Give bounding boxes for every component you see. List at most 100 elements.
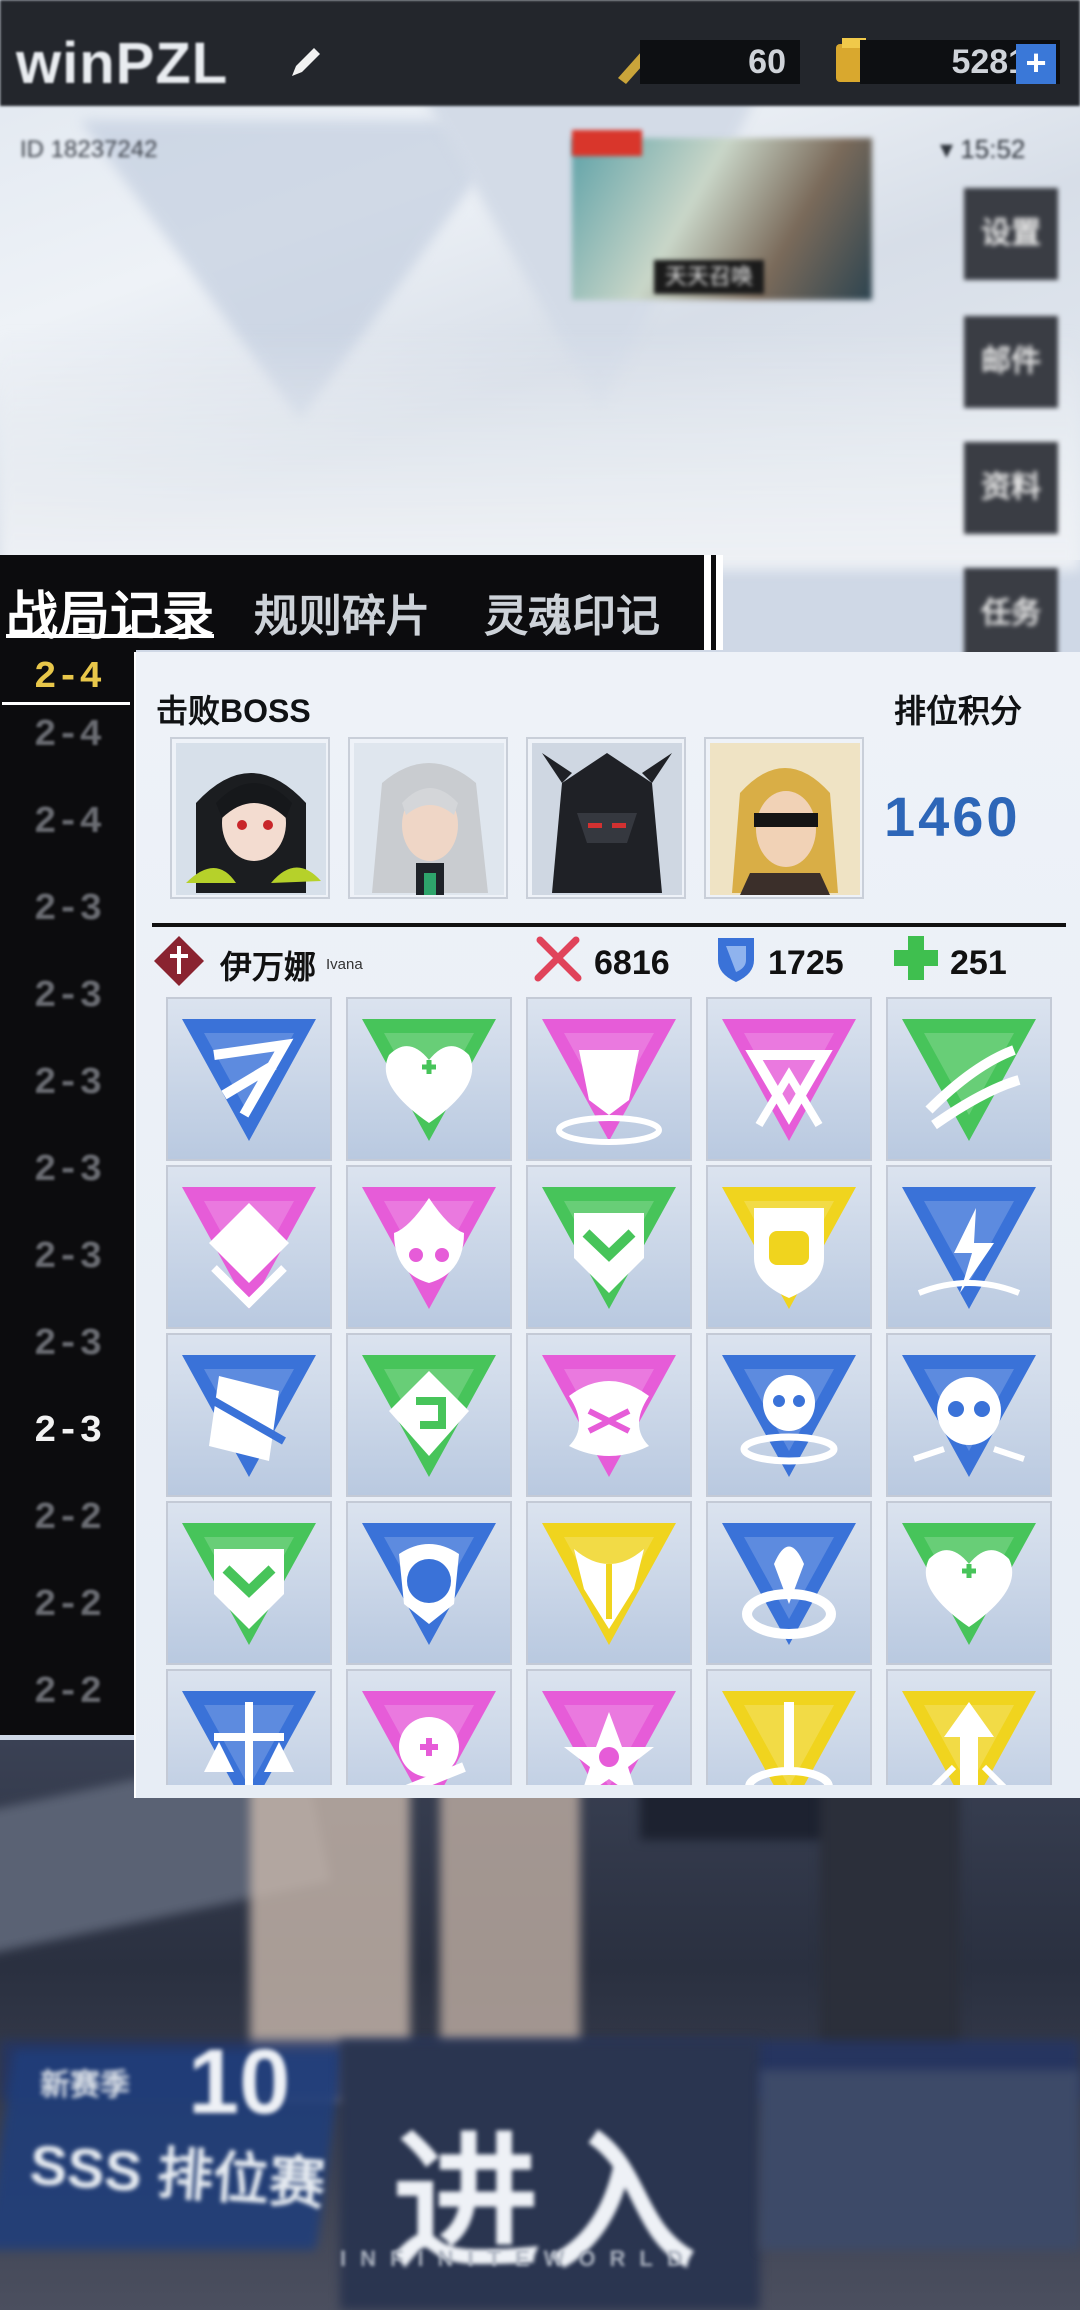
lightning-icon (902, 1187, 1036, 1309)
rule-card[interactable] (346, 1165, 512, 1329)
arrow-up-icon (902, 1691, 1036, 1785)
rule-card[interactable] (346, 997, 512, 1161)
rule-card[interactable] (886, 1501, 1052, 1665)
player-name[interactable]: winPZL (16, 30, 228, 97)
rune-swirl-icon (542, 1355, 676, 1477)
scales-icon (182, 1691, 316, 1785)
tab-rule-fragments[interactable]: 规则碎片 (254, 580, 430, 644)
rule-card[interactable] (166, 1669, 332, 1785)
player-id: ID 18237242 (20, 136, 158, 163)
boss-dark-knight-icon (532, 743, 682, 895)
rule-card[interactable] (346, 1669, 512, 1785)
skull-ring-icon (722, 1355, 856, 1477)
rule-card[interactable] (526, 1669, 692, 1785)
section-divider (152, 923, 1066, 927)
boss-blindfold-icon (710, 743, 860, 895)
character-name: 伊万娜 (220, 949, 317, 985)
spiral-icon (362, 1355, 496, 1477)
rule-card[interactable] (526, 1501, 692, 1665)
trident-icon (542, 1523, 676, 1645)
boss-portrait-1[interactable] (170, 737, 330, 899)
stage-item[interactable]: 2-4 (0, 714, 136, 757)
stage-item[interactable]: 2-3 (0, 888, 136, 931)
stage-item[interactable]: 2-3 (0, 1236, 136, 1279)
tabs-divider (704, 555, 711, 650)
diamond-stack-icon (182, 1187, 316, 1309)
rule-card[interactable] (706, 1669, 872, 1785)
stage-item[interactable]: 2-3 (0, 1323, 136, 1366)
rule-card[interactable] (526, 1333, 692, 1497)
rank-score: 1460 (884, 785, 1021, 848)
boss-portrait-4[interactable] (704, 737, 864, 899)
rule-card-grid[interactable] (166, 997, 1066, 1785)
stage-list[interactable]: 2-4 2-4 2-4 2-3 2-3 2-3 2-3 2-3 2-3 2-3 2-2 2-2 2-2 (0, 650, 136, 1735)
rule-card[interactable] (166, 997, 332, 1161)
rule-card[interactable] (886, 1333, 1052, 1497)
stage-item-current[interactable]: 2-4 (0, 656, 136, 699)
stage-item[interactable]: 2-3 (0, 1149, 136, 1192)
boss-silver-hair-icon (354, 743, 504, 895)
rule-card[interactable] (166, 1165, 332, 1329)
rule-card[interactable] (886, 1669, 1052, 1785)
mail-button[interactable]: 邮件 (964, 316, 1058, 408)
rule-card[interactable] (706, 1165, 872, 1329)
tasks-button[interactable]: 任务 (964, 568, 1058, 660)
rule-card[interactable] (526, 997, 692, 1161)
stage-item[interactable]: 2-2 (0, 1671, 136, 1714)
boss-portrait-2[interactable] (348, 737, 508, 899)
health-value: 251 (950, 944, 1007, 982)
stage-item[interactable]: 2-3 (0, 1410, 136, 1453)
character-name-en: Ivana (326, 956, 363, 973)
rule-card[interactable] (886, 997, 1052, 1161)
rule-card[interactable] (166, 1501, 332, 1665)
stage-item[interactable]: 2-4 (0, 801, 136, 844)
rule-card[interactable] (346, 1333, 512, 1497)
profile-button[interactable]: 资料 (964, 442, 1058, 534)
sprout-ring-icon (722, 1523, 856, 1645)
stage-item[interactable]: 2-2 (0, 1584, 136, 1627)
tab-soul-marks[interactable]: 灵魂印记 (484, 580, 660, 644)
star-eye-icon (542, 1691, 676, 1785)
chevron-shield-icon (182, 1523, 316, 1645)
rule-card[interactable] (886, 1165, 1052, 1329)
heart-up-icon (362, 1019, 496, 1141)
rank-points-label: 排位积分 (894, 693, 1023, 729)
mask-icon (542, 1019, 676, 1145)
boss-portrait-3[interactable] (526, 737, 686, 899)
sword-ring-icon (722, 1691, 856, 1785)
rule-card[interactable] (526, 1165, 692, 1329)
rule-card[interactable] (166, 1333, 332, 1497)
season-label: 新赛季 (40, 2069, 130, 2102)
rule-card[interactable] (706, 1333, 872, 1497)
defense-value: 1725 (768, 944, 844, 982)
active-tab-underline (6, 634, 214, 638)
stage-item[interactable]: 2-3 (0, 1062, 136, 1105)
claw-icon (902, 1019, 1036, 1141)
settings-button[interactable]: 设置 (964, 188, 1058, 280)
add-gold-button[interactable]: + (1016, 44, 1056, 84)
broken-card-icon (182, 1355, 316, 1477)
character-class-icon (154, 936, 204, 986)
season-number: 10 (188, 2031, 291, 2133)
demon-skull-icon (362, 1523, 496, 1645)
attack-value: 6816 (594, 944, 670, 982)
stage-item[interactable]: 2-2 (0, 1497, 136, 1540)
stage-current-underline (2, 702, 130, 705)
skull-spark-icon (902, 1355, 1036, 1477)
wifi-time: ▾ 15:52 (940, 134, 1025, 165)
slash-rune-icon (182, 1019, 316, 1141)
fist-shield-icon (722, 1187, 856, 1309)
clock-time: 15:52 (960, 134, 1026, 164)
boss-dragon-girl-icon (176, 743, 326, 895)
chevron-shield-icon (542, 1187, 676, 1309)
tabs-divider (716, 555, 723, 650)
pencil-edit-icon[interactable] (286, 42, 326, 82)
rule-card[interactable] (346, 1501, 512, 1665)
rule-card[interactable] (706, 1501, 872, 1665)
stage-item[interactable]: 2-3 (0, 975, 136, 1018)
rule-card[interactable] (706, 997, 872, 1161)
wifi-icon: ▾ (940, 134, 954, 164)
defeated-boss-label: 击败BOSS (156, 693, 311, 729)
heart-up-icon (902, 1523, 1036, 1645)
event-tag (572, 130, 642, 156)
